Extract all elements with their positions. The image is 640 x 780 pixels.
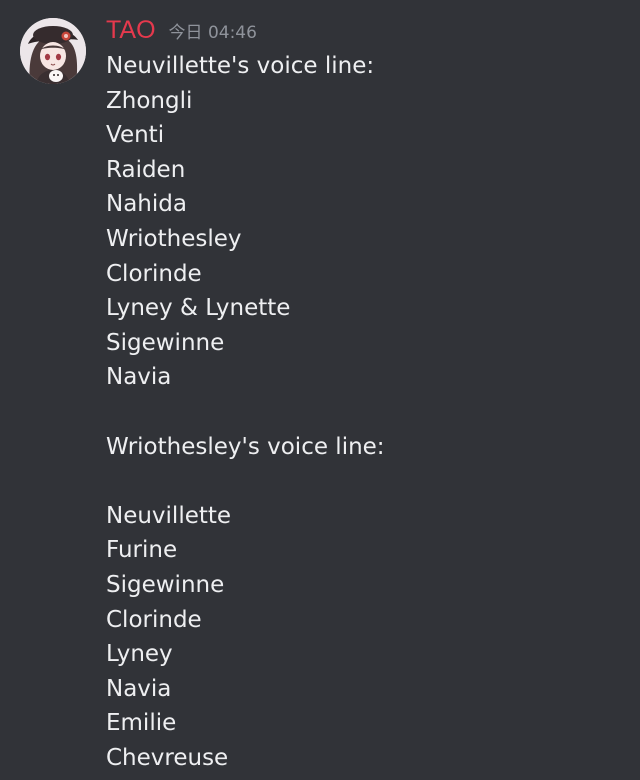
message-line: Raiden	[106, 156, 186, 183]
message-line: Neuvillette	[106, 502, 232, 529]
message-line	[106, 395, 385, 430]
message-line: Navia	[106, 364, 172, 391]
author-username[interactable]: TAO	[106, 14, 156, 46]
message-line	[106, 464, 385, 499]
message-line: Navia	[106, 675, 172, 702]
message-content: Neuvillette's voice line: Zhongli Venti Rai…	[106, 49, 385, 775]
message-line: Sigewinne	[106, 329, 225, 356]
message-line: Sigewinne	[106, 571, 225, 598]
message-line: Furine	[106, 537, 178, 564]
message-line: Neuvillette's voice line:	[106, 53, 375, 79]
chat-message: TAO 今日 04:46 Neuvillette's voice line: Zh…	[0, 0, 640, 780]
message-line: Nahida	[106, 191, 187, 218]
message-line: Clorinde	[106, 260, 202, 287]
message-line: Chevreuse	[106, 744, 229, 771]
message-line: Venti	[106, 122, 165, 149]
message-header: TAO 今日 04:46	[106, 14, 257, 46]
message-line: Zhongli	[106, 87, 193, 114]
anime-character-avatar-icon	[20, 18, 86, 84]
message-line: Lyney	[106, 641, 173, 668]
message-timestamp: 今日 04:46	[168, 23, 257, 43]
message-line: Wriothesley	[106, 225, 242, 252]
message-line: Wriothesley's voice line:	[106, 433, 385, 460]
message-line: Clorinde	[106, 606, 202, 633]
message-line: Emilie	[106, 710, 177, 737]
user-avatar[interactable]	[20, 18, 86, 84]
message-line: Lyney & Lynette	[106, 295, 291, 322]
